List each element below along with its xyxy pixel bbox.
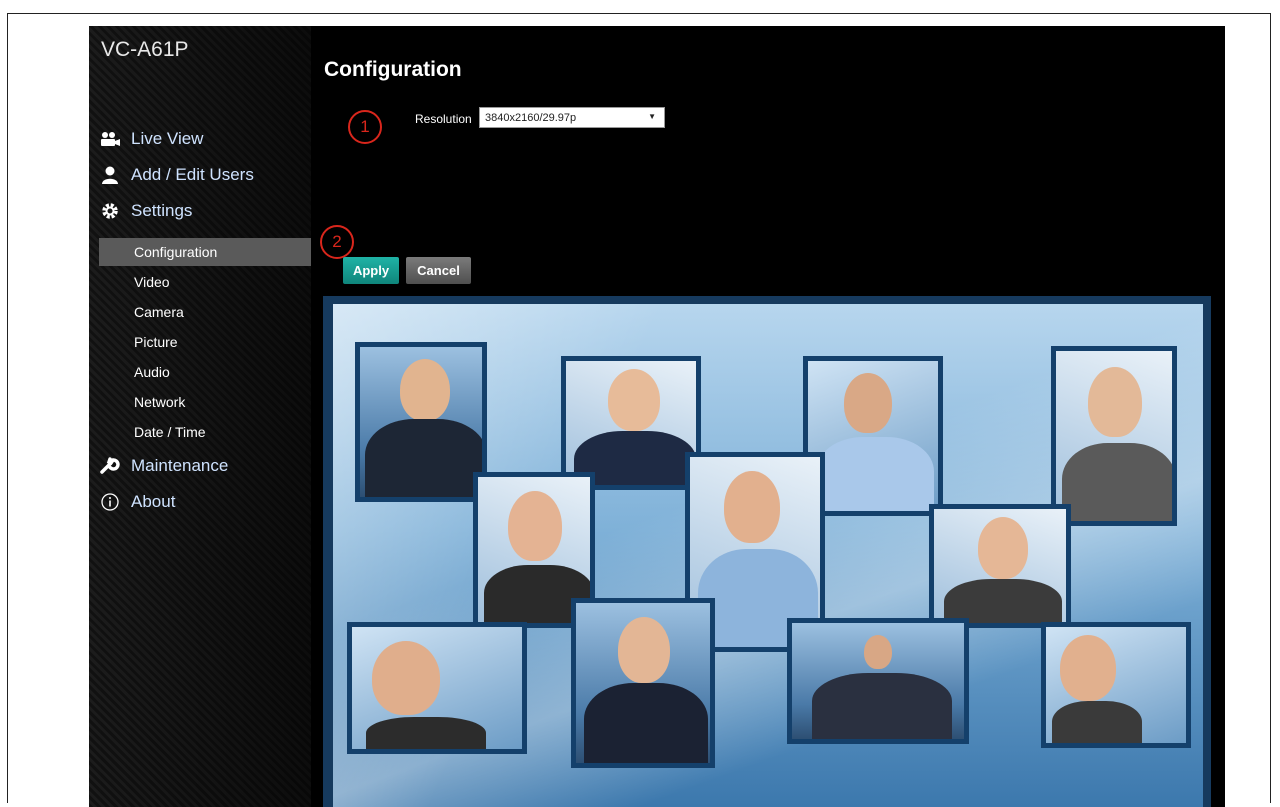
collage-photo	[561, 356, 701, 490]
nav-add-edit-users[interactable]: Add / Edit Users	[99, 164, 254, 186]
nav-label: About	[131, 492, 176, 511]
settings-item-configuration[interactable]: Configuration	[99, 238, 311, 266]
cancel-button[interactable]: Cancel	[406, 257, 471, 284]
camera-web-ui: VC-A61P Live View Add / Edit Users Setti…	[89, 26, 1225, 807]
live-video-preview	[323, 296, 1211, 807]
nav-label: Settings	[131, 201, 193, 220]
nav-maintenance[interactable]: Maintenance	[99, 455, 228, 477]
collage-photo	[929, 504, 1071, 628]
user-icon	[99, 164, 121, 186]
nav-label: Live View	[131, 129, 204, 148]
collage-photo	[1051, 346, 1177, 526]
collage-photo	[355, 342, 487, 502]
nav-label: Maintenance	[131, 456, 229, 475]
collage-photo	[787, 618, 969, 744]
video-camera-icon	[99, 128, 121, 150]
sidebar: VC-A61P Live View Add / Edit Users Setti…	[89, 26, 311, 807]
callout-marker: 2	[320, 225, 354, 259]
nav-label: Add / Edit Users	[131, 165, 254, 184]
nav-live-view[interactable]: Live View	[99, 128, 203, 150]
resolution-value: 3840x2160/29.97p	[485, 111, 577, 124]
page-title: Configuration	[324, 58, 462, 81]
settings-item-network[interactable]: Network	[99, 388, 311, 416]
callout-marker: 1	[348, 110, 382, 144]
nav-about[interactable]: About	[99, 491, 175, 513]
resolution-select[interactable]: 3840x2160/29.97p ▼	[479, 107, 665, 128]
settings-item-audio[interactable]: Audio	[99, 358, 311, 386]
settings-item-video[interactable]: Video	[99, 268, 311, 296]
nav-settings[interactable]: Settings	[99, 200, 192, 222]
wrench-icon	[99, 455, 121, 477]
collage-photo	[571, 598, 715, 768]
info-icon	[99, 491, 121, 513]
settings-item-picture[interactable]: Picture	[99, 328, 311, 356]
resolution-label: Resolution	[415, 112, 472, 126]
settings-item-camera[interactable]: Camera	[99, 298, 311, 326]
main-content: Configuration 1 Resolution 3840x2160/29.…	[311, 26, 1225, 807]
collage-photo	[1041, 622, 1191, 748]
apply-button[interactable]: Apply	[343, 257, 399, 284]
gear-icon	[99, 200, 121, 222]
dropdown-arrow-icon: ▼	[648, 112, 656, 121]
collage-photo	[347, 622, 527, 754]
model-name: VC-A61P	[101, 38, 189, 61]
settings-item-date-time[interactable]: Date / Time	[99, 418, 311, 446]
preview-image	[333, 304, 1203, 807]
